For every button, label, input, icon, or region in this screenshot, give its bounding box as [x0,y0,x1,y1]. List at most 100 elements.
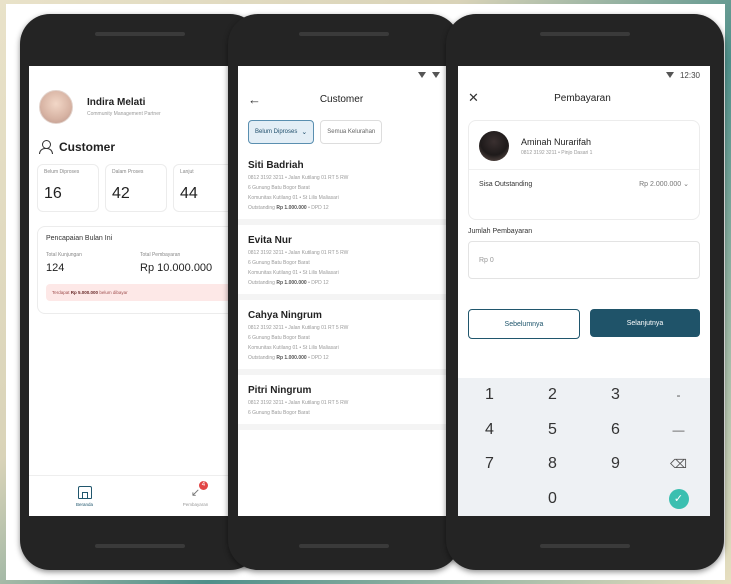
key-7[interactable]: 7 [458,447,521,482]
outstanding-amount: Rp 1.000.000 [276,280,307,286]
battery-icon [432,72,440,78]
stat-value: 16 [44,185,62,202]
user-role: Community Management Partner [87,111,161,117]
chevron-down-icon: ⌄ [683,181,689,188]
stat-card[interactable]: Lanjut 44 [173,164,235,212]
status-time: 12:30 [679,70,700,80]
filter-row: Belum Diproses ⌄ Semua Kelurahan [238,114,450,150]
customer-screen: ← Customer Belum Diproses ⌄ Semua Kelura… [238,66,450,516]
customer-outstanding: Outstanding Rp 1.000.000 • DPD 12 [248,205,440,211]
user-name: Indira Melati [87,97,146,108]
bottom-speaker [299,544,389,548]
backspace-icon[interactable]: ⌫ [647,447,710,482]
area-filter[interactable]: Semua Kelurahan [320,120,383,144]
key-0[interactable]: 0 [521,482,584,517]
customer-name: Siti Badriah [248,160,304,171]
payment-icon: ↙ 4 [191,480,208,499]
home-icon [77,485,92,499]
key-8[interactable]: 8 [521,447,584,482]
stat-card[interactable]: Dalam Proses 42 [105,164,167,212]
key-minus[interactable]: - [647,378,710,413]
customer-phone-address: 0812 3192 3211 • Jalan Kutilang 01 RT 5 … [248,175,349,181]
key-empty [584,482,647,517]
stat-label: Belum Diproses [44,169,80,175]
action-buttons: Sebelumnya Selanjutnya [458,309,710,339]
status-bar [238,66,450,84]
unpaid-alert: Terdapat Rp 5.000.000 belum dibayar [46,284,234,301]
customer-phone-address: 0812 3192 3211 • Jalan Kutilang 01 RT 5 … [248,250,349,256]
stat-label: Dalam Proses [112,169,144,175]
bottom-speaker [540,544,630,548]
page-title: Pembayaran [554,92,611,104]
list-item[interactable]: Pitri Ningrum 0812 3192 3211 • Jalan Kut… [238,375,450,430]
customer-sub: 0812 3192 3211 • Pinjo Dasari 1 [521,149,593,156]
customer-card: Aminah Nurarifah 0812 3192 3211 • Pinjo … [468,120,700,220]
customer-area: 6 Gunung Batu Bogor Barat [248,410,310,416]
home-screen: Indira Melati Community Management Partn… [29,66,251,516]
visits-label: Total Kunjungan [46,252,82,258]
stat-value: 42 [112,185,130,202]
key-4[interactable]: 4 [458,413,521,448]
status-filter-label: Belum Diproses [255,129,298,135]
outstanding-label: Sisa Outstanding [479,180,533,188]
close-icon[interactable]: ✕ [468,90,479,106]
back-arrow-icon[interactable]: ← [248,92,261,107]
speaker [95,32,185,36]
area-filter-label: Semua Kelurahan [327,129,376,135]
alert-amount: Rp 5.000.000 [70,290,99,295]
customer-info: Aminah Nurarifah 0812 3192 3211 • Pinjo … [469,121,699,170]
outstanding-amount: Rp 1.000.000 [276,355,307,361]
profile-header[interactable]: Indira Melati Community Management Partn… [29,84,251,130]
customer-community: Komunitas Kutilang 01 • St Lilis Maliasa… [248,345,339,351]
list-item[interactable]: Siti Badriah 0812 3192 3211 • Jalan Kuti… [238,150,450,225]
key-5[interactable]: 5 [521,413,584,448]
bottom-nav: Beranda ↙ 4 Pembayaran [29,475,251,516]
payments-label: Total Pembayaran [140,252,181,258]
signal-icon [418,72,426,78]
list-item[interactable]: Cahya Ningrum 0812 3192 3211 • Jalan Kut… [238,300,450,375]
customer-phone-address: 0812 3192 3211 • Jalan Kutilang 01 RT 5 … [248,325,349,331]
outstanding-prefix: Outstanding [248,280,275,286]
user-icon [39,140,53,154]
customer-outstanding: Outstanding Rp 1.000.000 • DPD 12 [248,280,440,286]
outstanding-row[interactable]: Sisa Outstanding Rp 2.000.000 ⌄ [469,170,699,198]
customer-name: Cahya Ningrum [248,310,322,321]
stat-value: 44 [180,185,198,202]
page-title: Customer [319,93,364,105]
status-filter[interactable]: Belum Diproses ⌄ [248,120,315,144]
section-title: Customer [29,130,251,158]
customer-phone-address: 0812 3192 3211 • Jalan Kutilang 01 RT 5 … [248,400,349,406]
list-item[interactable]: Evita Nur 0812 3192 3211 • Jalan Kutilan… [238,225,450,300]
key-9[interactable]: 9 [584,447,647,482]
customer-outstanding: Outstanding Rp 1.000.000 • DPD 12 [248,355,440,361]
phone-home: Indira Melati Community Management Partn… [20,14,260,570]
key-6[interactable]: 6 [584,413,647,448]
key-2[interactable]: 2 [521,378,584,413]
stat-card[interactable]: Belum Diproses 16 [37,164,99,212]
outstanding-dpd: • DPD 12 [308,205,329,211]
key-done[interactable]: ✓ [647,482,710,517]
customer-area: 6 Gunung Batu Bogor Barat [248,185,310,191]
key-1[interactable]: 1 [458,378,521,413]
phone-customer-list: ← Customer Belum Diproses ⌄ Semua Kelura… [228,14,460,570]
customer-area: 6 Gunung Batu Bogor Barat [248,260,310,266]
outstanding-dpd: • DPD 12 [308,355,329,361]
next-button[interactable]: Selanjutnya [590,309,700,337]
alert-prefix: Terdapat [52,290,70,295]
notification-badge: 4 [198,480,208,490]
avatar [39,90,73,124]
previous-button[interactable]: Sebelumnya [468,309,580,339]
stat-label: Lanjut [180,169,194,175]
key-space[interactable]: — [647,413,710,448]
customer-community: Komunitas Kutilang 01 • St Lilis Maliasa… [248,270,339,276]
outstanding-prefix: Outstanding [248,355,275,361]
payment-screen: 12:30 ✕ Pembayaran Aminah Nurarifah 0812… [458,66,710,516]
customer-name: Pitri Ningrum [248,385,312,396]
nav-home-label: Beranda [75,501,93,507]
speaker [540,32,630,36]
nav-payments-label: Pembayaran [182,501,209,507]
key-3[interactable]: 3 [584,378,647,413]
nav-home[interactable]: Beranda [29,476,140,516]
section-title-label: Customer [59,140,116,154]
amount-input[interactable]: Rp 0 [468,241,700,279]
